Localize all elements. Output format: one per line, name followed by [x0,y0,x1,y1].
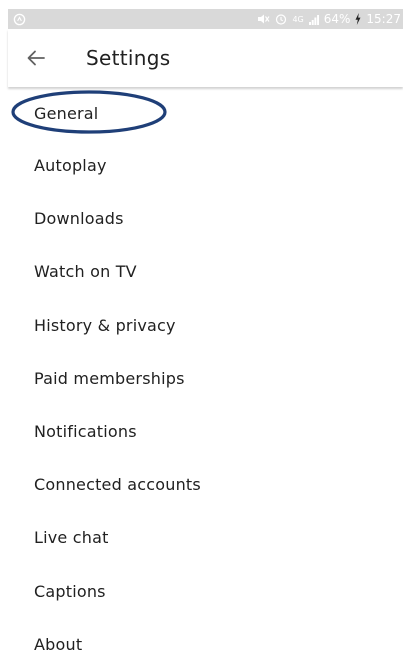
signal-icon [308,14,319,25]
settings-item-live-chat[interactable]: Live chat [0,511,403,564]
network-icon: 4G [292,14,304,24]
settings-item-label: Autoplay [34,156,107,176]
settings-item-label: Downloads [34,209,124,229]
battery-level: 64% [323,12,351,26]
status-icons: 4G 64% 15:27 [257,12,401,26]
app-bar: Settings [8,29,403,87]
settings-item-label: History & privacy [34,315,176,335]
back-button[interactable] [14,36,58,80]
settings-item-about[interactable]: About [0,618,403,655]
alarm-icon [275,13,287,25]
settings-item-label: Watch on TV [34,262,137,282]
settings-item-label: Captions [34,581,106,601]
status-bar: 4G 64% 15:27 [8,9,403,29]
settings-item-captions[interactable]: Captions [0,565,403,618]
settings-item-label: Connected accounts [34,475,201,495]
settings-item-notifications[interactable]: Notifications [0,405,403,458]
settings-item-label: General [34,103,99,123]
settings-item-label: Paid memberships [34,368,185,388]
battery-charging-icon [355,13,361,25]
settings-item-label: Notifications [34,422,137,442]
screen: 4G 64% 15:27 Settings General Autoplay D… [0,0,403,655]
settings-item-general[interactable]: General [0,87,403,139]
settings-item-downloads[interactable]: Downloads [0,192,403,245]
mute-icon [257,13,270,25]
settings-item-history-privacy[interactable]: History & privacy [0,299,403,352]
settings-item-watch-on-tv[interactable]: Watch on TV [0,245,403,298]
settings-item-label: About [34,634,83,654]
page-title: Settings [86,46,171,70]
arrow-left-icon [27,50,45,66]
settings-list: General Autoplay Downloads Watch on TV H… [0,87,403,655]
settings-item-label: Live chat [34,528,109,548]
app-notification-icon [12,12,26,26]
settings-item-connected-accounts[interactable]: Connected accounts [0,458,403,511]
settings-item-paid-memberships[interactable]: Paid memberships [0,352,403,405]
settings-item-autoplay[interactable]: Autoplay [0,139,403,192]
clock: 15:27 [366,12,401,26]
